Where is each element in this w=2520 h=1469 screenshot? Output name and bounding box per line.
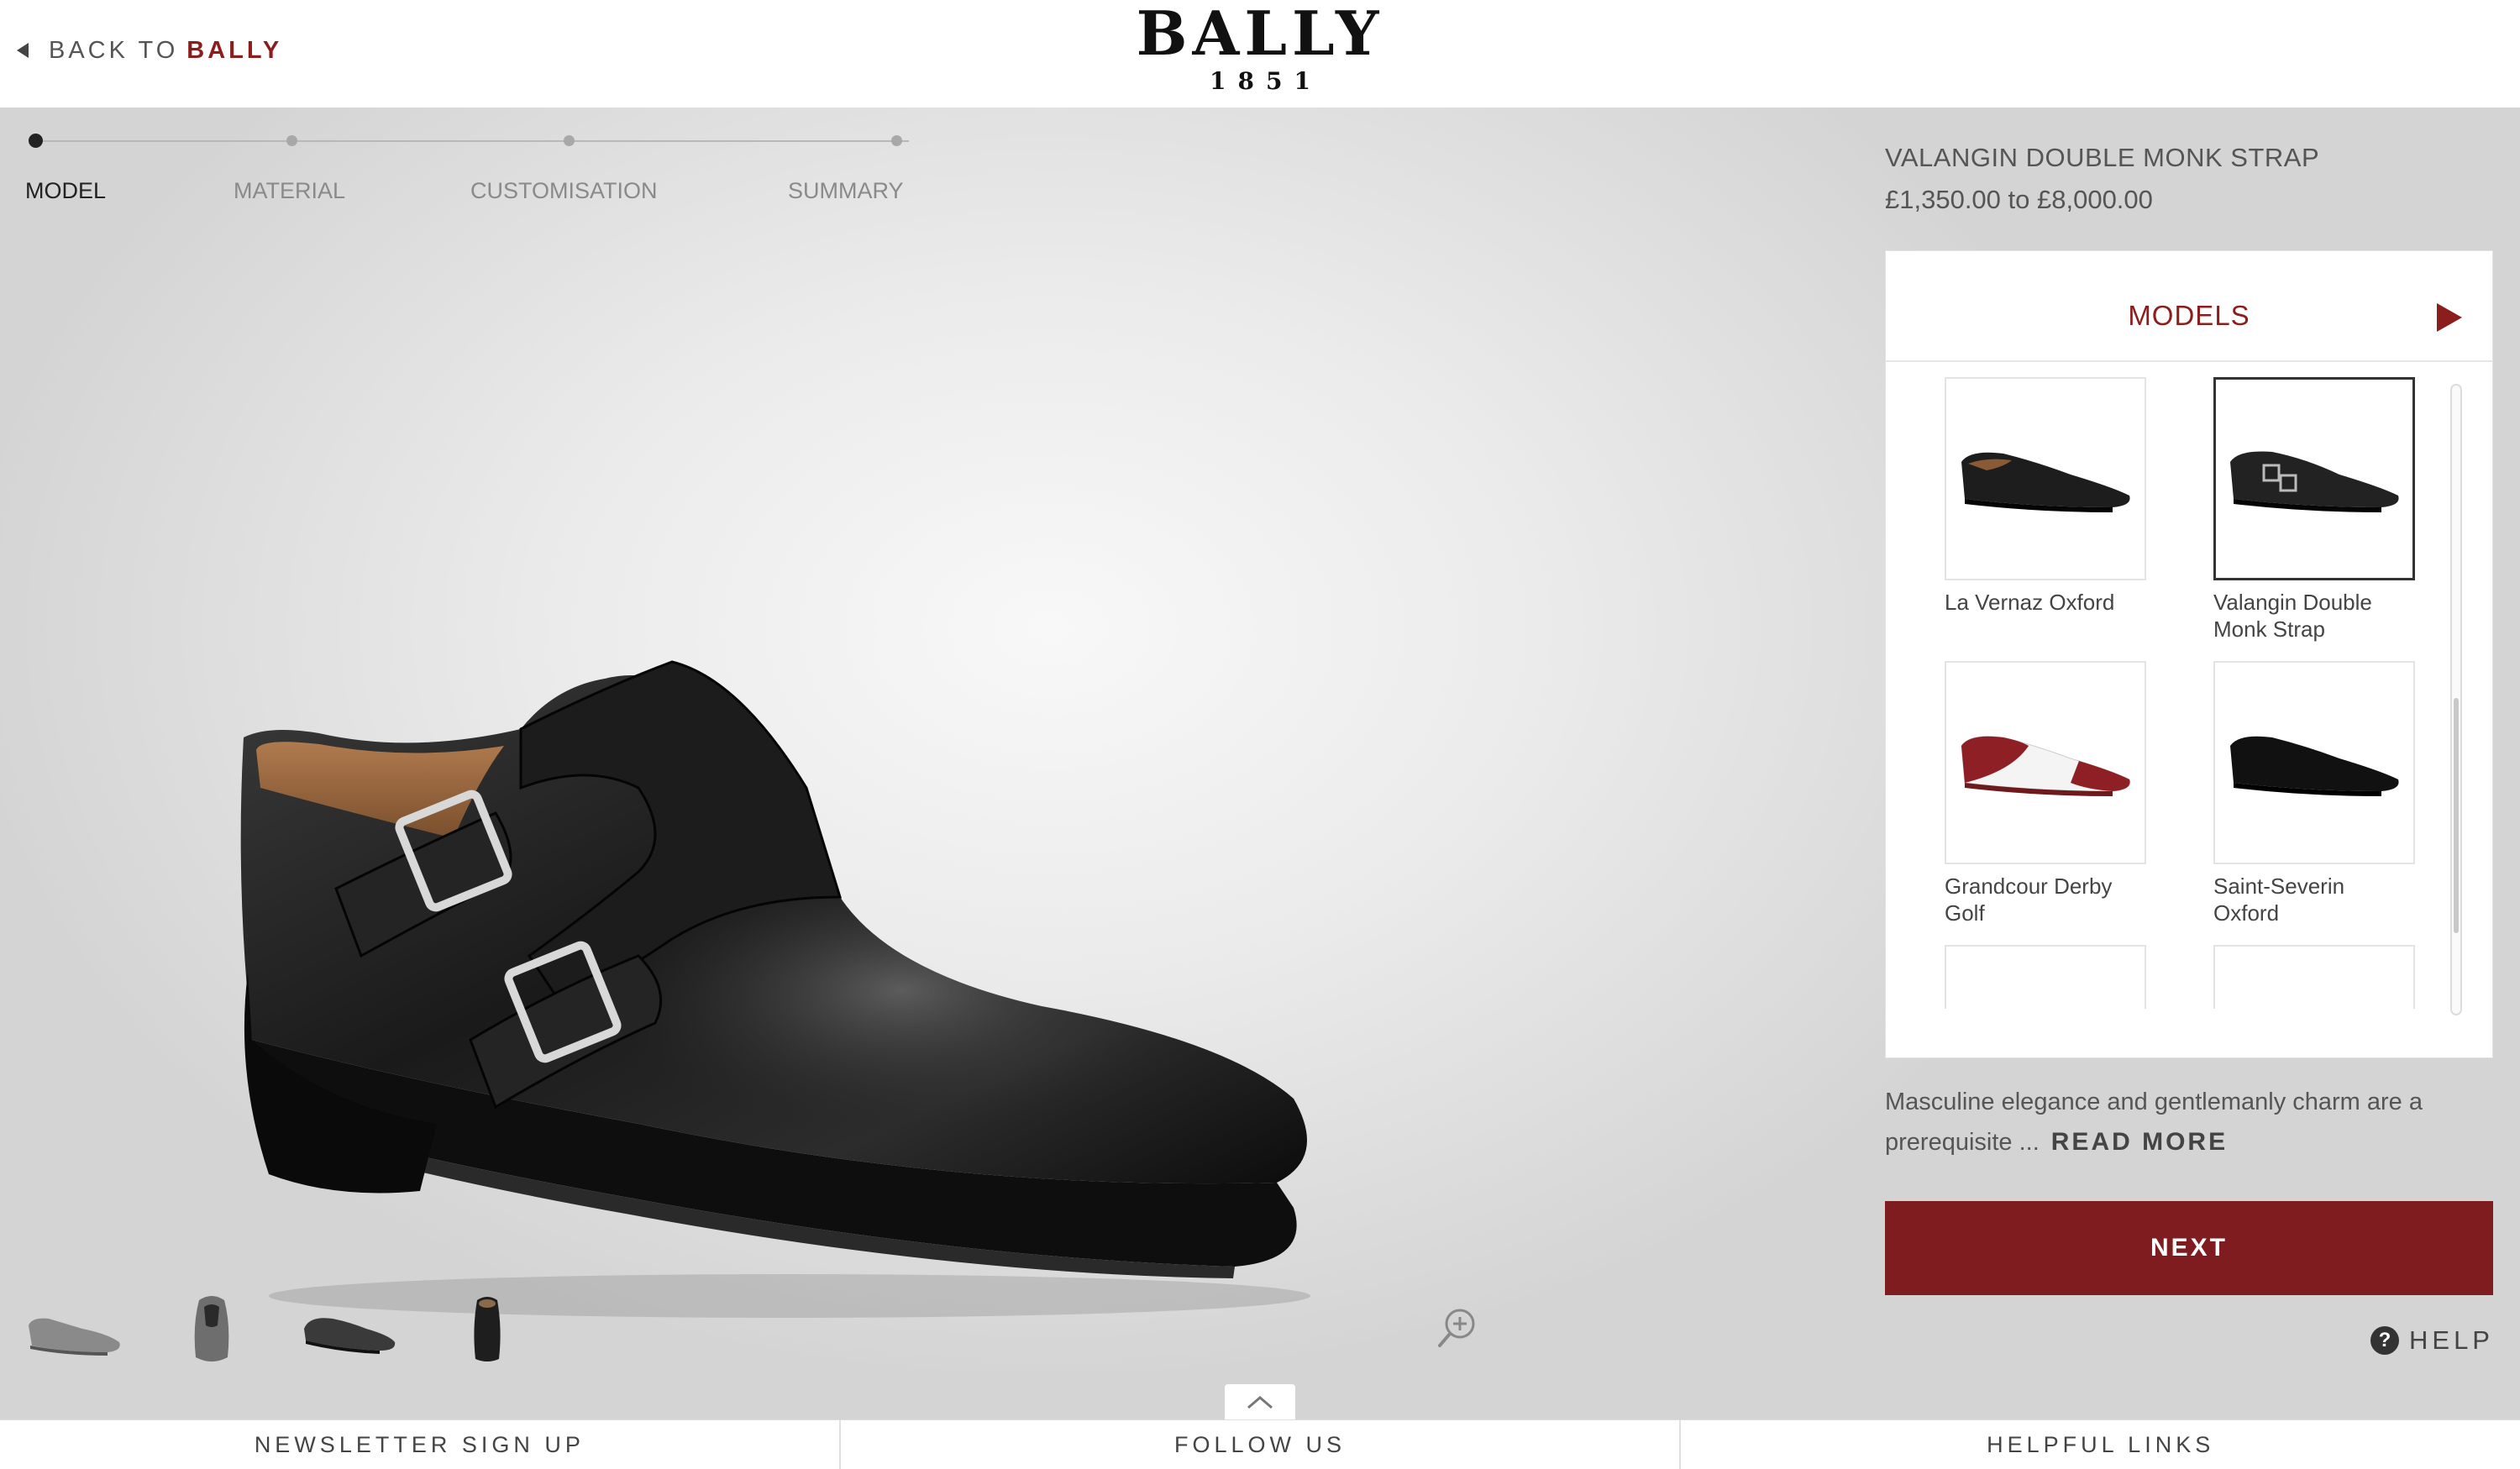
shoe-main-image[interactable]: [202, 536, 1361, 1325]
read-more-link[interactable]: READ MORE: [2051, 1128, 2228, 1156]
thumb-front-view[interactable]: [161, 1292, 262, 1367]
model-card-partial[interactable]: [2213, 945, 2415, 1009]
zoom-icon[interactable]: [1435, 1304, 1482, 1351]
step-dot-customisation[interactable]: [564, 135, 575, 146]
model-card-grandcour-derby-golf[interactable]: Grandcour Derby Golf: [1945, 661, 2146, 926]
newsletter-sign-up-link[interactable]: NEWSLETTER SIGN UP: [0, 1420, 839, 1469]
product-name: VALANGIN DOUBLE MONK STRAP: [1885, 143, 2320, 172]
model-thumbnail: [2213, 661, 2415, 864]
model-thumbnail: [1945, 377, 2146, 580]
price-range: £1,350.00 to £8,000.00: [1885, 185, 2153, 214]
bally-logo[interactable]: BALLY 1851: [1092, 0, 1428, 96]
model-card-valangin-double-monk-strap[interactable]: Valangin Double Monk Strap: [2213, 377, 2415, 643]
models-header: MODELS: [1886, 251, 2492, 362]
model-name: La Vernaz Oxford: [1945, 590, 2115, 615]
model-thumbnail: [1945, 661, 2146, 864]
view-thumbnails: [24, 1283, 538, 1376]
help-label: HELP: [2409, 1325, 2494, 1355]
back-link-prefix: BACK TO: [49, 36, 179, 64]
logo-year: 1851: [1210, 67, 1322, 95]
model-thumbnail: [2213, 945, 2415, 1009]
models-next-arrow-icon[interactable]: [2437, 303, 2462, 332]
step-model[interactable]: MODEL: [25, 178, 106, 204]
logo-wordmark: BALLY: [1136, 0, 1384, 69]
back-arrow-icon: [17, 43, 29, 58]
models-scrollbar[interactable]: [2450, 384, 2462, 1015]
model-thumbnail: [1945, 945, 2146, 1009]
model-name: Valangin Double Monk Strap: [2213, 590, 2372, 642]
help-icon: ?: [2370, 1326, 2399, 1355]
next-button[interactable]: NEXT: [1885, 1201, 2493, 1295]
configurator-stage: MODEL MATERIAL CUSTOMISATION SUMMARY VAL…: [0, 108, 2520, 1419]
models-title: MODELS: [2128, 300, 2250, 331]
step-dot-model[interactable]: [29, 134, 43, 148]
help-button[interactable]: ? HELP: [2370, 1325, 2494, 1356]
progress-track: [35, 140, 909, 142]
product-description: Masculine elegance and gentlemanly charm…: [1885, 1082, 2498, 1162]
footer: NEWSLETTER SIGN UP FOLLOW US HELPFUL LIN…: [0, 1419, 2520, 1469]
model-thumbnail: [2213, 377, 2415, 580]
models-scroll-thumb[interactable]: [2454, 698, 2459, 933]
model-name: Grandcour Derby Golf: [1945, 874, 2113, 926]
header: BACK TO BALLY BALLY 1851: [0, 0, 2520, 108]
thumb-back-view[interactable]: [437, 1292, 538, 1367]
thumb-angled-view[interactable]: [299, 1292, 400, 1367]
back-to-bally-link[interactable]: BACK TO BALLY: [17, 32, 282, 69]
helpful-links-link[interactable]: HELPFUL LINKS: [1681, 1420, 2520, 1469]
step-material[interactable]: MATERIAL: [234, 178, 345, 204]
model-card-saint-severin-oxford[interactable]: Saint-Severin Oxford: [2213, 661, 2415, 926]
step-dot-material[interactable]: [286, 135, 297, 146]
step-summary[interactable]: SUMMARY: [788, 178, 904, 204]
models-panel: MODELS La Vernaz Oxford Valangin Double …: [1885, 250, 2493, 1058]
model-card-partial[interactable]: [1945, 945, 2146, 1009]
follow-us-link[interactable]: FOLLOW US: [838, 1420, 1682, 1469]
back-link-brand: BALLY: [186, 36, 283, 64]
model-name: Saint-Severin Oxford: [2213, 874, 2345, 926]
step-dot-summary[interactable]: [891, 135, 902, 146]
progress-stepper: MODEL MATERIAL CUSTOMISATION SUMMARY: [24, 123, 914, 215]
step-customisation[interactable]: CUSTOMISATION: [470, 178, 658, 204]
footer-toggle-tab[interactable]: [1225, 1384, 1295, 1419]
thumb-side-view[interactable]: [24, 1292, 124, 1367]
models-grid: La Vernaz Oxford Valangin Double Monk St…: [1945, 377, 2432, 1009]
chevron-up-icon: [1247, 1396, 1273, 1409]
model-card-la-vernaz-oxford[interactable]: La Vernaz Oxford: [1945, 377, 2146, 616]
